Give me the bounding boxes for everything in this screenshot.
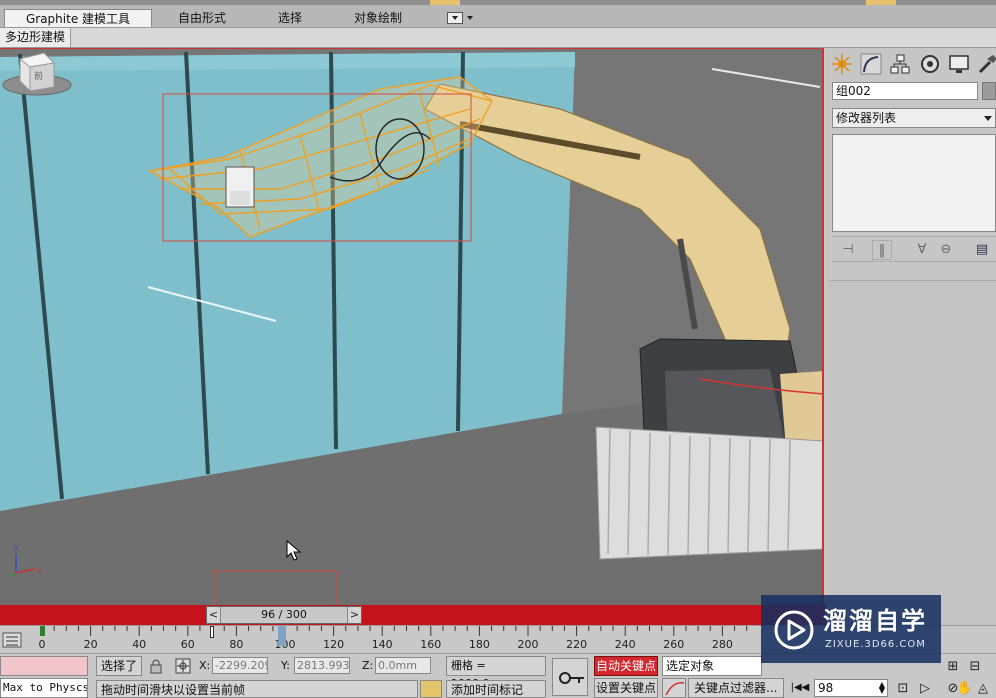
selected-key-range[interactable]: [278, 626, 286, 646]
title-strip: [0, 0, 996, 5]
ribbon-panel-bar: 多边形建模: [0, 28, 996, 48]
create-icon[interactable]: [830, 52, 854, 76]
modifier-stack-tools: ⊣ ‖ ∀ ⊖ ▤: [832, 236, 996, 262]
key-target-dropdown[interactable]: 选定对象: [662, 656, 762, 676]
track-bar-tick-label: 80: [229, 638, 244, 651]
command-panel-tabs: [830, 52, 996, 76]
x-label: X:: [199, 659, 211, 672]
tab-freeform[interactable]: 自由形式: [160, 9, 244, 27]
make-unique-icon[interactable]: ∀: [912, 240, 932, 260]
set-key-button[interactable]: 设置关键点: [594, 678, 658, 698]
utilities-icon[interactable]: [976, 52, 996, 76]
x-coordinate-field[interactable]: -2299.209: [212, 657, 268, 674]
play-logo-icon: [774, 610, 814, 650]
time-slider[interactable]: < 96 / 300 >: [0, 605, 826, 625]
y-label: Y:: [281, 659, 290, 672]
current-frame-field[interactable]: 98 ▲ ▼: [814, 679, 888, 697]
z-coordinate-field[interactable]: 0.0mm: [375, 657, 431, 674]
track-bar-tick-label: 220: [566, 638, 588, 651]
ribbon: Graphite 建模工具 自由形式 选择 对象绘制: [0, 0, 996, 28]
pin-stack-icon[interactable]: ⊣: [838, 240, 858, 260]
track-bar-tick-label: 40: [132, 638, 147, 651]
modifier-list-label: 修改器列表: [836, 111, 897, 125]
zoom-extents-all-icon[interactable]: ⊟: [966, 658, 984, 676]
configure-modifier-sets-icon[interactable]: ▤: [972, 240, 992, 260]
tab-graphite-modeling[interactable]: Graphite 建模工具: [4, 9, 152, 27]
previous-frame-button[interactable]: <: [207, 607, 221, 623]
track-bar-tick-label: 0: [38, 638, 46, 651]
viewcube[interactable]: 前: [0, 49, 74, 97]
modifier-stack[interactable]: [832, 134, 996, 232]
watermark-url: ZIXUE.3D66.COM: [825, 639, 926, 650]
track-bar-tick-label: 280: [711, 638, 733, 651]
keyframe-marker[interactable]: [40, 626, 45, 636]
polygon-modeling-panel[interactable]: 多边形建模: [0, 28, 72, 47]
tab-selection[interactable]: 选择: [258, 9, 322, 27]
selection-status: 选择了: [96, 656, 142, 676]
chevron-down-icon: [984, 116, 992, 121]
display-icon[interactable]: [947, 52, 971, 76]
command-panel: 组002 修改器列表 ⊣ ‖ ∀ ⊖ ▤: [826, 48, 996, 653]
remove-modifier-icon[interactable]: ⊖: [936, 240, 956, 260]
time-tag-icon[interactable]: [420, 680, 442, 698]
lock-selection-icon[interactable]: [147, 657, 165, 675]
track-bar-tick-label: 240: [614, 638, 636, 651]
track-bar-tick-label: 200: [517, 638, 539, 651]
svg-text:x: x: [38, 566, 42, 575]
mouse-cursor-icon: [286, 540, 302, 561]
next-frame-button[interactable]: >: [347, 607, 361, 623]
track-bar-tick-label: 20: [83, 638, 98, 651]
viewcube-face-label: 前: [34, 70, 43, 82]
object-color-swatch[interactable]: [982, 82, 996, 100]
ribbon-options-dropdown[interactable]: [447, 11, 473, 25]
track-bar-tick-label: 120: [323, 638, 345, 651]
modify-icon[interactable]: [859, 52, 883, 76]
orbit-icon[interactable]: ◬: [974, 680, 992, 698]
current-frame-value: 98: [818, 681, 834, 695]
track-bar-tick-label: 60: [180, 638, 195, 651]
track-bar-tick-label: 160: [420, 638, 442, 651]
prompt-line: 拖动时间滑块以设置当前帧: [96, 680, 418, 698]
viewport-scene: z x: [0, 49, 822, 605]
zoom-extents-icon[interactable]: ⊞: [944, 658, 962, 676]
show-end-result-icon[interactable]: ‖: [872, 240, 892, 260]
maxscript-listener-input[interactable]: Max to Physcs (: [0, 678, 88, 698]
motion-icon[interactable]: [918, 52, 942, 76]
z-label: Z:: [362, 659, 374, 672]
spinner-icon[interactable]: ▲ ▼: [879, 681, 885, 695]
object-name-field[interactable]: 组002: [832, 82, 978, 100]
play-icon[interactable]: ▷: [916, 680, 934, 698]
track-bar-tick-label: 260: [663, 638, 685, 651]
add-time-tag-button[interactable]: 添加时间标记: [446, 680, 546, 698]
track-bar-tick-label: 180: [468, 638, 490, 651]
maxscript-listener-output[interactable]: [0, 656, 88, 676]
time-configuration-icon[interactable]: ⊡: [894, 680, 912, 698]
absolute-mode-icon[interactable]: [174, 657, 192, 675]
key-filters-button[interactable]: 关键点过滤器...: [688, 678, 784, 698]
auto-key-button[interactable]: 自动关键点: [594, 656, 658, 676]
current-time-marker[interactable]: [210, 626, 214, 638]
y-coordinate-field[interactable]: 2813.993m: [294, 657, 350, 674]
grid-size-display: 栅格 = 1000.0mm: [446, 656, 546, 690]
svg-text:z: z: [14, 544, 18, 553]
tab-object-paint[interactable]: 对象绘制: [338, 9, 418, 27]
mini-curve-editor-icon[interactable]: [2, 630, 22, 650]
time-slider-thumb[interactable]: < 96 / 300 >: [206, 606, 362, 624]
time-slider-label: 96 / 300: [261, 608, 307, 621]
watermark-logo: 溜溜自学 ZIXUE.3D66.COM: [761, 595, 941, 663]
watermark-title: 溜溜自学: [823, 607, 927, 635]
track-bar-tick-label: 140: [371, 638, 393, 651]
hierarchy-icon[interactable]: [888, 52, 912, 76]
go-to-start-icon[interactable]: |◀◀: [788, 680, 812, 696]
set-keys-key-icon[interactable]: [552, 658, 588, 696]
perspective-viewport[interactable]: z x 前: [0, 48, 824, 605]
default-tangent-icon[interactable]: [662, 678, 686, 698]
pan-hand-icon[interactable]: ✋: [956, 680, 974, 698]
modifier-list-dropdown[interactable]: 修改器列表: [832, 108, 996, 128]
